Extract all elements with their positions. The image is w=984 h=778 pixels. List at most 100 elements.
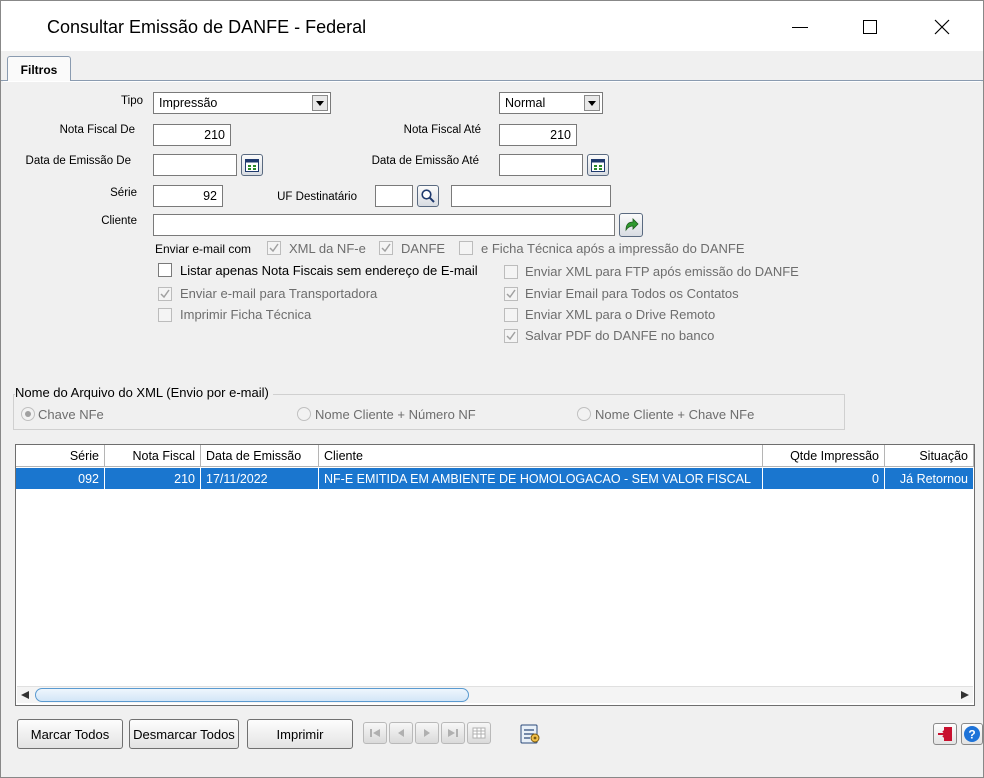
- previous-record-button[interactable]: [389, 722, 413, 744]
- radio-nome-cliente-numero-label: Nome Cliente + Número NF: [315, 407, 476, 422]
- close-icon: [934, 19, 950, 35]
- configure-button[interactable]: [517, 721, 543, 747]
- minimize-button[interactable]: [777, 11, 823, 43]
- cell-nota-fiscal: 210: [105, 468, 201, 489]
- scrollbar-thumb[interactable]: [35, 688, 469, 702]
- data-emissao-de-label: Data de Emissão De: [25, 155, 131, 167]
- grid-view-button[interactable]: [467, 722, 491, 744]
- uf-destinatario-input[interactable]: [375, 185, 413, 207]
- maximize-button[interactable]: [847, 11, 893, 43]
- radio-dot: [25, 411, 31, 417]
- next-record-button[interactable]: [415, 722, 439, 744]
- next-icon: [424, 729, 430, 737]
- table-row[interactable]: 092 210 17/11/2022 NF-E EMITIDA EM AMBIE…: [16, 468, 974, 489]
- enviar-xml-drive-checkbox[interactable]: [504, 308, 518, 322]
- tab-filtros[interactable]: Filtros: [7, 56, 71, 83]
- ficha-tecnica-checkbox[interactable]: [459, 241, 473, 255]
- enviar-transportadora-label: Enviar e-mail para Transportadora: [180, 286, 378, 301]
- marcar-todos-label: Marcar Todos: [30, 726, 110, 742]
- search-icon: [421, 189, 435, 203]
- desmarcar-todos-button[interactable]: Desmarcar Todos: [129, 719, 239, 749]
- modo-value: Normal: [505, 96, 546, 110]
- xml-nfe-checkbox[interactable]: [267, 241, 281, 255]
- tipo-select[interactable]: Impressão: [153, 92, 331, 114]
- column-header-nota-fiscal[interactable]: Nota Fiscal: [105, 445, 201, 467]
- enviar-email-contatos-label: Enviar Email para Todos os Contatos: [525, 286, 739, 301]
- grid-icon: [472, 727, 486, 739]
- checkmark-icon: [160, 289, 170, 299]
- tab-strip: [1, 51, 983, 81]
- enviar-xml-ftp-checkbox[interactable]: [504, 265, 518, 279]
- exit-button[interactable]: [933, 723, 957, 745]
- calendar-icon: [591, 159, 605, 172]
- imprimir-button[interactable]: Imprimir: [247, 719, 353, 749]
- cliente-input[interactable]: [153, 214, 615, 236]
- serie-input[interactable]: 92: [153, 185, 223, 207]
- cliente-lookup-button[interactable]: [619, 213, 643, 237]
- salvar-pdf-label: Salvar PDF do DANFE no banco: [525, 328, 715, 343]
- salvar-pdf-checkbox[interactable]: [504, 329, 518, 343]
- column-header-data-emissao[interactable]: Data de Emissão: [201, 445, 319, 467]
- previous-icon: [398, 729, 404, 737]
- scroll-right-icon[interactable]: [961, 691, 969, 699]
- dialog-window: Consultar Emissão de DANFE - Federal Fil…: [0, 0, 984, 778]
- uf-destinatario-desc[interactable]: [451, 185, 611, 207]
- column-header-qtde-impressao[interactable]: Qtde Impressão: [763, 445, 885, 467]
- imprimir-ficha-checkbox[interactable]: [158, 308, 172, 322]
- modo-select[interactable]: Normal: [499, 92, 603, 114]
- listar-sem-email-checkbox[interactable]: [158, 263, 172, 277]
- nota-fiscal-de-input[interactable]: 210: [153, 124, 231, 146]
- radio-chave-nfe[interactable]: [21, 407, 35, 421]
- serie-value: 92: [203, 189, 217, 203]
- danfe-label: DANFE: [401, 241, 446, 256]
- close-button[interactable]: [919, 11, 965, 43]
- radio-nome-cliente-numero[interactable]: [297, 407, 311, 421]
- radio-nome-cliente-chave[interactable]: [577, 407, 591, 421]
- imprimir-ficha-label: Imprimir Ficha Técnica: [180, 307, 312, 322]
- column-header-cliente[interactable]: Cliente: [319, 445, 763, 467]
- tipo-label: Tipo: [121, 95, 143, 107]
- enviar-xml-drive-label: Enviar XML para o Drive Remoto: [525, 307, 716, 322]
- horizontal-scrollbar[interactable]: [17, 686, 973, 703]
- first-icon: [370, 729, 380, 737]
- help-button[interactable]: ?: [961, 723, 983, 745]
- nota-fiscal-ate-value: 210: [550, 128, 571, 142]
- ficha-tecnica-label: e Ficha Técnica após a impressão do DANF…: [481, 241, 745, 256]
- enviar-email-contatos-checkbox[interactable]: [504, 287, 518, 301]
- maximize-icon: [863, 20, 877, 34]
- forward-arrow-icon: [625, 218, 639, 232]
- data-emissao-ate-input[interactable]: [499, 154, 583, 176]
- chevron-down-icon[interactable]: [312, 95, 328, 111]
- marcar-todos-button[interactable]: Marcar Todos: [17, 719, 123, 749]
- cell-cliente: NF-E EMITIDA EM AMBIENTE DE HOMOLOGACAO …: [319, 468, 763, 489]
- nota-fiscal-de-value: 210: [204, 128, 225, 142]
- radio-chave-nfe-label: Chave NFe: [38, 407, 104, 422]
- nota-fiscal-ate-input[interactable]: 210: [499, 124, 577, 146]
- minimize-icon: [792, 26, 808, 28]
- listar-sem-email-label: Listar apenas Nota Fiscais sem endereço …: [180, 263, 478, 278]
- data-emissao-de-input[interactable]: [153, 154, 237, 176]
- uf-destinatario-label: UF Destinatário: [277, 191, 357, 203]
- svg-text:?: ?: [968, 728, 975, 742]
- first-record-button[interactable]: [363, 722, 387, 744]
- danfe-checkbox[interactable]: [379, 241, 393, 255]
- data-emissao-ate-label: Data de Emissão Até: [371, 155, 479, 167]
- nota-fiscal-de-label: Nota Fiscal De: [59, 124, 135, 136]
- column-header-serie[interactable]: Série: [16, 445, 105, 467]
- chevron-down-icon[interactable]: [584, 95, 600, 111]
- help-icon: ?: [964, 726, 980, 742]
- xml-nfe-label: XML da NF-e: [289, 241, 366, 256]
- grid-header: Série Nota Fiscal Data de Emissão Client…: [16, 445, 974, 467]
- column-header-situacao[interactable]: Situação: [885, 445, 974, 467]
- enviar-xml-ftp-label: Enviar XML para FTP após emissão do DANF…: [525, 264, 799, 279]
- calendar-button-de[interactable]: [241, 154, 263, 176]
- exit-icon: [938, 727, 952, 741]
- checkmark-icon: [381, 243, 391, 253]
- results-grid[interactable]: Série Nota Fiscal Data de Emissão Client…: [15, 444, 975, 706]
- xml-name-group-title: Nome do Arquivo do XML (Envio por e-mail…: [15, 385, 273, 400]
- calendar-button-ate[interactable]: [587, 154, 609, 176]
- uf-search-button[interactable]: [417, 185, 439, 207]
- scroll-left-icon[interactable]: [21, 691, 29, 699]
- last-record-button[interactable]: [441, 722, 465, 744]
- enviar-transportadora-checkbox[interactable]: [158, 287, 172, 301]
